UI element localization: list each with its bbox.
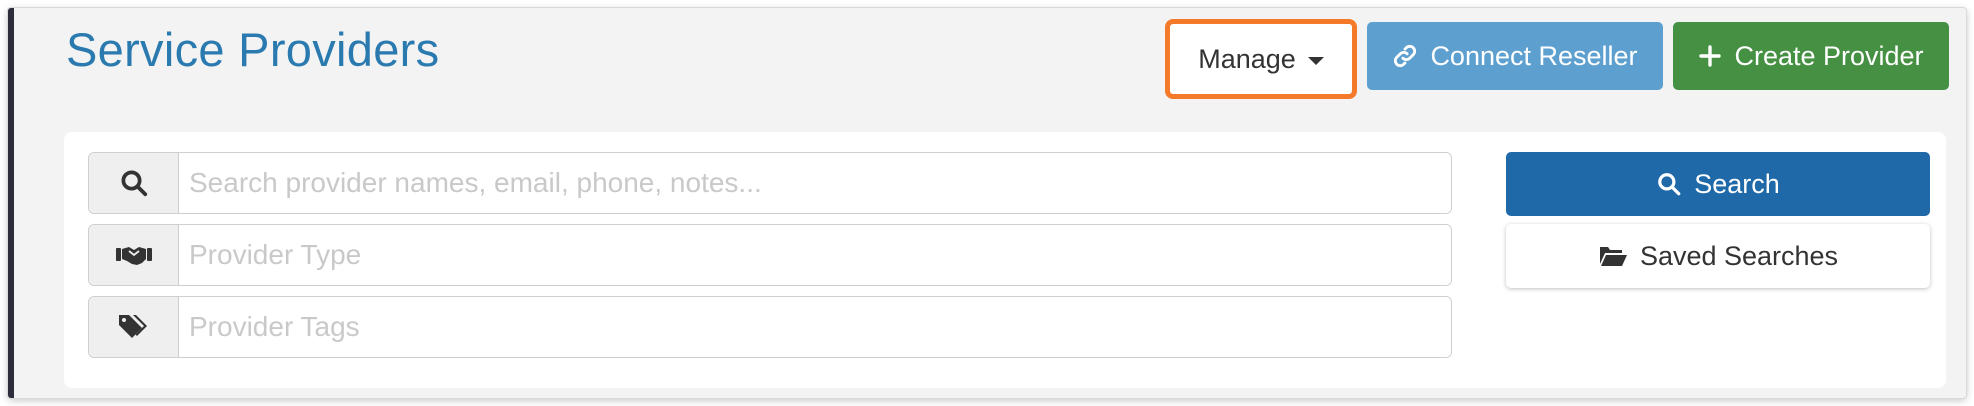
- page-title: Service Providers: [66, 23, 440, 76]
- search-panel: Search Saved Searches: [64, 132, 1946, 388]
- provider-tags-field-group: [88, 296, 1452, 358]
- search-button[interactable]: Search: [1506, 152, 1930, 216]
- search-icon: [89, 153, 179, 213]
- handshake-icon: [89, 225, 179, 285]
- link-icon: [1392, 43, 1418, 69]
- folder-open-icon: [1598, 244, 1628, 268]
- connect-reseller-label: Connect Reseller: [1430, 40, 1638, 71]
- connect-reseller-button[interactable]: Connect Reseller: [1367, 22, 1663, 90]
- search-button-icon: [1656, 171, 1682, 197]
- manage-button-label: Manage: [1198, 43, 1296, 74]
- search-button-label: Search: [1694, 168, 1780, 199]
- search-field-group: [88, 152, 1452, 214]
- caret-down-icon: [1307, 57, 1324, 65]
- service-providers-window: Service Providers Manage Connect Reselle…: [8, 8, 1966, 398]
- manage-highlight: Manage: [1165, 19, 1357, 99]
- search-input[interactable]: [179, 153, 1451, 213]
- saved-searches-label: Saved Searches: [1639, 240, 1839, 271]
- plus-icon: [1698, 44, 1722, 68]
- app-frame: Service Providers Manage Connect Reselle…: [0, 0, 1974, 406]
- saved-searches-button[interactable]: Saved Searches: [1506, 224, 1930, 288]
- tags-icon: [89, 297, 179, 357]
- manage-dropdown-button[interactable]: Manage: [1178, 32, 1344, 86]
- create-provider-label: Create Provider: [1734, 40, 1924, 71]
- provider-type-field-group: [88, 224, 1452, 286]
- create-provider-button[interactable]: Create Provider: [1673, 22, 1949, 90]
- provider-tags-input[interactable]: [179, 297, 1451, 357]
- provider-type-input[interactable]: [179, 225, 1451, 285]
